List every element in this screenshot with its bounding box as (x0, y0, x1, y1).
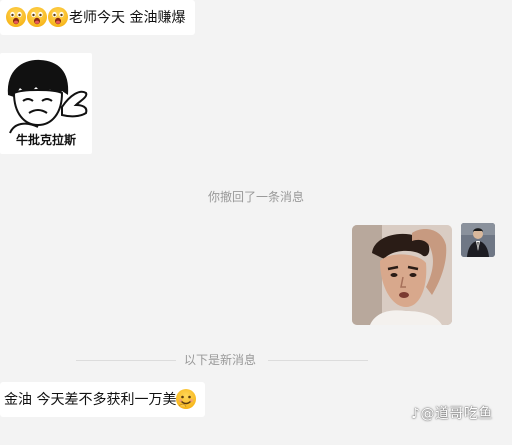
incoming-message-bubble[interactable]: 金油 今天差不多获利一万美 (0, 382, 206, 417)
outgoing-photo-message[interactable] (352, 225, 452, 325)
avatar[interactable] (461, 223, 495, 257)
message-text: 老师今天 金油赚爆 (69, 10, 186, 26)
watermark: ♪@道哥吃鱼 (411, 403, 493, 423)
smiling-face-emoji-icon (176, 389, 197, 409)
man-portrait-photo-icon (352, 225, 452, 325)
divider-label: 以下是新消息 (183, 353, 256, 367)
new-messages-divider: 以下是新消息 (0, 352, 512, 368)
surprised-face-emoji-icon (27, 7, 47, 27)
chat-message-area: 老师今天 金油赚爆 牛批克拉斯 你撤回了一条消息 以下是新消息 金油 今天差不多… (0, 0, 512, 445)
surprised-face-emoji-icon (6, 7, 26, 27)
divider-line-right (268, 360, 368, 361)
cartoon-face-sticker-icon (7, 59, 88, 134)
surprised-face-emoji-icon (48, 7, 68, 27)
sticker-message[interactable]: 牛批克拉斯 (0, 53, 92, 154)
user-avatar-icon (461, 223, 495, 257)
incoming-message-bubble[interactable]: 老师今天 金油赚爆 (0, 0, 196, 35)
recall-notice: 你撤回了一条消息 (207, 190, 304, 204)
sticker-caption: 牛批克拉斯 (15, 133, 76, 147)
watermark-text: @道哥吃鱼 (420, 406, 493, 422)
message-text: 金油 今天差不多获利一万美 (4, 392, 177, 408)
